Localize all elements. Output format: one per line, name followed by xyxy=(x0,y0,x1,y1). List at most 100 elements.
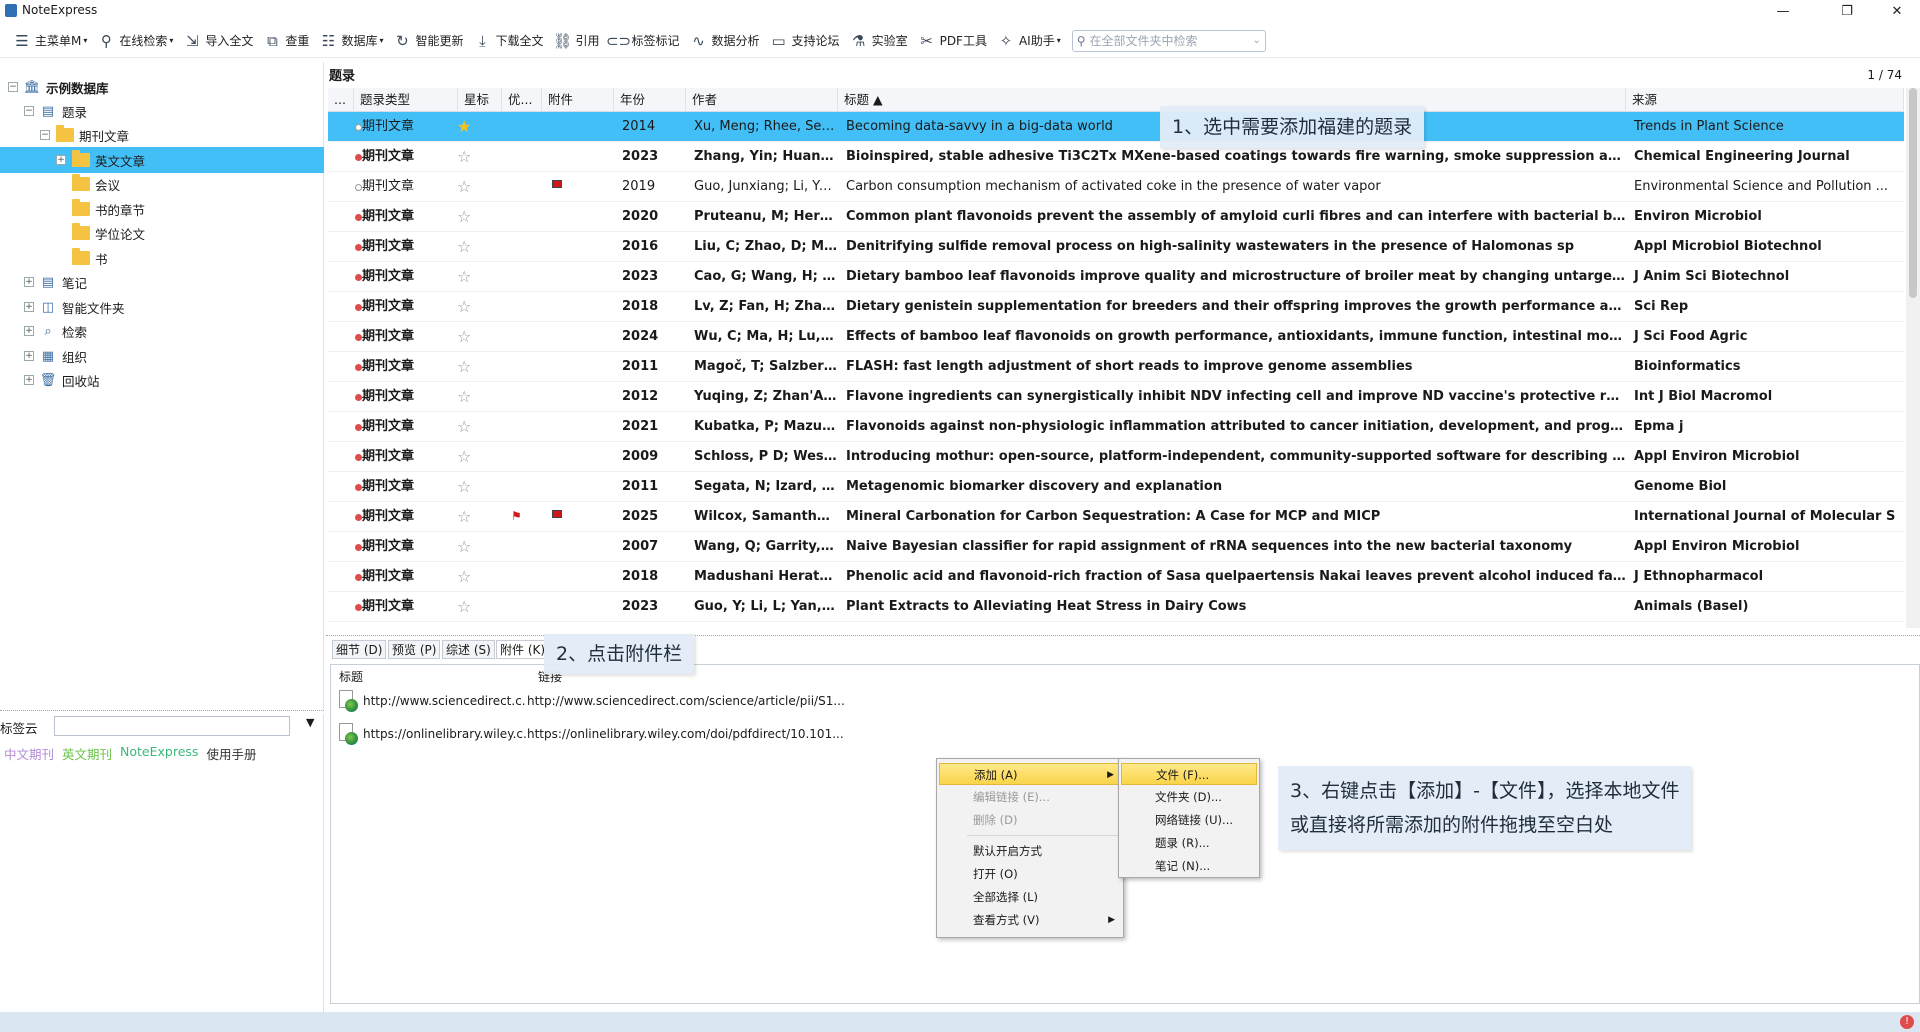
scrollbar-thumb[interactable] xyxy=(1909,88,1917,298)
column-header[interactable]: 优... xyxy=(502,88,542,112)
toolbar-button-3[interactable]: ⧉ 查重 xyxy=(258,26,314,56)
column-header[interactable]: 来源 xyxy=(1626,88,1904,112)
toolbar-button-2[interactable]: ⇲ 导入全文 xyxy=(178,26,258,56)
tab-2[interactable]: 综述 (S) xyxy=(442,640,495,659)
close-button[interactable]: ✕ xyxy=(1874,0,1920,22)
toolbar-button-1[interactable]: ⚲ 在线检索 ▾ xyxy=(92,26,178,56)
star-icon[interactable]: ☆ xyxy=(457,292,471,322)
expand-toggle-icon[interactable]: − xyxy=(8,82,18,92)
star-icon[interactable]: ☆ xyxy=(457,472,471,502)
table-row[interactable]: 期刊文章 ☆ 2023 Guo, Y; Li, L; Yan, S; .. Plant … xyxy=(328,592,1904,622)
expand-toggle-icon[interactable]: + xyxy=(24,351,34,361)
star-icon[interactable]: ☆ xyxy=(457,232,471,262)
table-row[interactable]: 期刊文章 ☆ 2023 Zhang, Yin; Huang, Y. Bioinspire… xyxy=(328,142,1904,172)
toolbar-button-11[interactable]: ⚗ 实验室 xyxy=(845,26,913,56)
attachment-row[interactable]: https://onlinelibrary.wiley.c... https://… xyxy=(337,720,844,748)
column-header[interactable]: 星标 xyxy=(458,88,502,112)
expand-toggle-icon[interactable]: − xyxy=(40,130,50,140)
tree-node[interactable]: + 🗑 回收站 xyxy=(24,367,100,393)
table-row[interactable]: 期刊文章 ☆ 2011 Segata, N; Izard, J; W Metagenom… xyxy=(328,472,1904,502)
menu-item[interactable]: 网络链接 (U)... xyxy=(1121,809,1257,831)
tree-node[interactable]: − 期刊文章 xyxy=(40,122,129,148)
expand-toggle-icon[interactable]: − xyxy=(24,106,34,116)
star-icon[interactable]: ☆ xyxy=(457,562,471,592)
menu-item[interactable]: 全部选择 (L) xyxy=(939,886,1121,908)
star-icon[interactable]: ☆ xyxy=(457,412,471,442)
star-icon[interactable]: ☆ xyxy=(457,142,471,172)
column-header[interactable]: 作者 xyxy=(686,88,838,112)
toolbar-button-7[interactable]: ⛓ 引用 xyxy=(549,26,605,56)
expand-toggle-icon[interactable]: + xyxy=(24,326,34,336)
table-row[interactable]: 期刊文章 ☆ ⚑ 2025 Wilcox, Samantha M; Mineral Car… xyxy=(328,502,1904,532)
table-row[interactable]: 期刊文章 ☆ 2024 Wu, C; Ma, H; Lu, S; .. Effects … xyxy=(328,322,1904,352)
table-row[interactable]: 期刊文章 ☆ 2023 Cao, G; Wang, H; Yu, Dietary bam… xyxy=(328,262,1904,292)
table-row[interactable]: 期刊文章 ☆ 2007 Wang, Q; Garrity, G . Naive Baye… xyxy=(328,532,1904,562)
alert-icon[interactable]: ! xyxy=(1900,1015,1914,1029)
star-icon[interactable]: ☆ xyxy=(457,202,471,232)
table-row[interactable]: 期刊文章 ☆ 2021 Kubatka, P; Mazurak Flavonoids a… xyxy=(328,412,1904,442)
table-row[interactable]: 期刊文章 ☆ 2011 Magoč, T; Salzberg, .. FLASH: fa… xyxy=(328,352,1904,382)
star-icon[interactable]: ☆ xyxy=(457,442,471,472)
toolbar-button-8[interactable]: ⊂⊃ 标签标记 xyxy=(605,26,685,56)
tab-1[interactable]: 预览 (P) xyxy=(388,640,441,659)
toolbar-button-4[interactable]: ☷ 数据库 ▾ xyxy=(314,26,388,56)
tree-node[interactable]: + ▤ 笔记 xyxy=(24,269,87,295)
toolbar-button-10[interactable]: ▭ 支持论坛 xyxy=(765,26,845,56)
tag-link[interactable]: NoteExpress xyxy=(120,744,198,763)
toolbar-button-0[interactable]: ☰ 主菜单M ▾ xyxy=(8,26,92,56)
star-icon[interactable]: ☆ xyxy=(457,322,471,352)
column-header[interactable]: 年份 xyxy=(614,88,686,112)
tree-node[interactable]: + ◫ 智能文件夹 xyxy=(24,294,125,320)
tab-0[interactable]: 细节 (D) xyxy=(332,640,387,659)
tree-node[interactable]: − 🏛 示例数据库 xyxy=(8,74,109,100)
search-input[interactable]: ⚲ 在全部文件夹中检索 ⌄ xyxy=(1071,29,1266,52)
tag-link[interactable]: 中文期刊 xyxy=(4,744,54,763)
tag-link[interactable]: 使用手册 xyxy=(206,744,256,763)
table-row[interactable]: 期刊文章 ☆ 2009 Schloss, P D; Westco. Introducin… xyxy=(328,442,1904,472)
tree-node[interactable]: 会议 xyxy=(56,171,120,197)
tree-node[interactable]: − ▤ 题录 xyxy=(24,98,87,124)
expand-toggle-icon[interactable]: + xyxy=(56,155,66,165)
toolbar-button-12[interactable]: ✂ PDF工具 xyxy=(913,26,992,56)
table-row[interactable]: 期刊文章 ★ 2014 Xu, Meng; Rhee, Seu... Becoming … xyxy=(328,112,1904,142)
chevron-down-icon[interactable]: ⌄ xyxy=(1252,35,1260,46)
expand-toggle-icon[interactable]: + xyxy=(24,375,34,385)
tree-node[interactable]: + ▦ 组织 xyxy=(24,343,87,369)
column-header[interactable]: 题录类型 xyxy=(354,88,458,112)
star-icon[interactable]: ☆ xyxy=(457,592,471,622)
table-row[interactable]: 期刊文章 ☆ 2016 Liu, C; Zhao, D; Ma, .. Denitrif… xyxy=(328,232,1904,262)
star-icon[interactable]: ☆ xyxy=(457,262,471,292)
expand-toggle-icon[interactable]: + xyxy=(24,277,34,287)
toolbar-button-9[interactable]: ∿ 数据分析 xyxy=(685,26,765,56)
tree-node[interactable]: 书的章节 xyxy=(56,196,145,222)
table-row[interactable]: 期刊文章 ☆ 2012 Yuqing, Z; Zhan'Ao, .. Flavone i… xyxy=(328,382,1904,412)
minimize-button[interactable]: — xyxy=(1760,0,1806,22)
attachment-icon[interactable] xyxy=(552,510,562,518)
vertical-scrollbar[interactable] xyxy=(1906,88,1920,628)
menu-item[interactable]: 文件夹 (D)... xyxy=(1121,786,1257,808)
star-icon[interactable]: ☆ xyxy=(457,172,471,202)
tree-node[interactable]: + 英文文章 xyxy=(0,147,324,173)
menu-item[interactable]: 笔记 (N)... xyxy=(1121,855,1257,877)
toolbar-button-13[interactable]: ✧ AI助手 ▾ xyxy=(992,26,1066,56)
star-icon[interactable]: ☆ xyxy=(457,532,471,562)
table-row[interactable]: 期刊文章 ☆ 2020 Pruteanu, M; Hernán Common plant… xyxy=(328,202,1904,232)
column-header-title[interactable]: 标题 xyxy=(339,668,363,685)
attachment-icon[interactable] xyxy=(552,180,562,188)
column-header[interactable]: 附件 xyxy=(542,88,614,112)
star-icon[interactable]: ☆ xyxy=(457,352,471,382)
chevron-down-icon[interactable]: ▼ xyxy=(306,716,314,729)
menu-item[interactable]: 添加 (A) ▶ xyxy=(939,763,1121,785)
tree-node[interactable]: + ⌕ 检索 xyxy=(24,318,87,344)
tree-node[interactable]: 学位论文 xyxy=(56,220,145,246)
tag-filter-input[interactable] xyxy=(54,716,290,736)
table-row[interactable]: 期刊文章 ☆ 2018 Lv, Z; Fan, H; Zhang, Dietary ge… xyxy=(328,292,1904,322)
table-row[interactable]: 期刊文章 ☆ 2019 Guo, Junxiang; Li, Yu... Carbon … xyxy=(328,172,1904,202)
attachment-row[interactable]: http://www.sciencedirect.c... http://www.… xyxy=(337,687,845,715)
menu-item[interactable]: 文件 (F)... xyxy=(1121,763,1257,785)
menu-item[interactable]: 默认开启方式 xyxy=(939,840,1121,862)
column-header[interactable]: ... xyxy=(328,88,354,112)
toolbar-button-5[interactable]: ↻ 智能更新 xyxy=(388,26,468,56)
toolbar-button-6[interactable]: ⤓ 下载全文 xyxy=(468,26,548,56)
star-icon[interactable]: ☆ xyxy=(457,382,471,412)
